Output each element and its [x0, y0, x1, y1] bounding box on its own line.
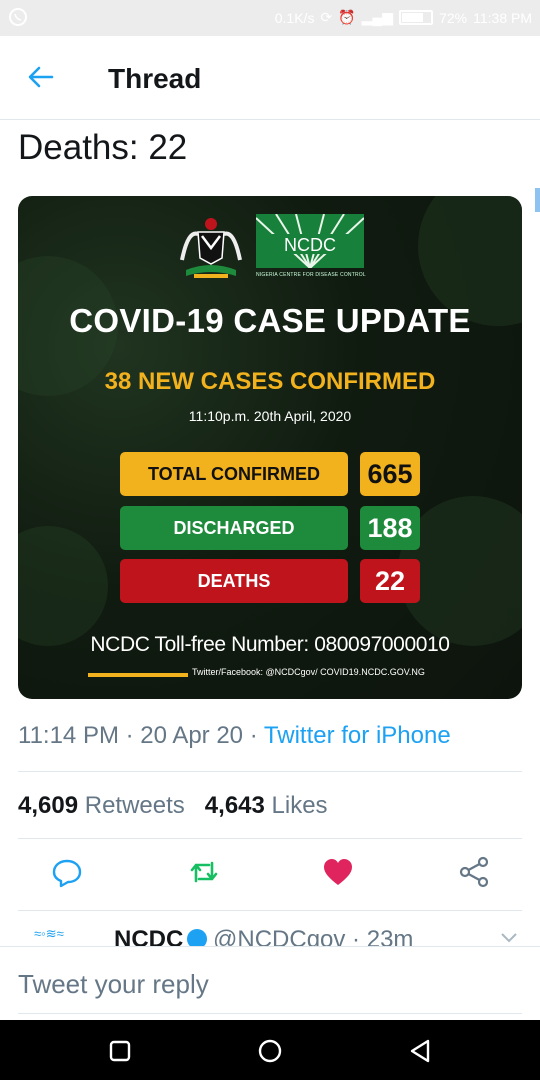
signal-icon: ▂▄▆ [361, 9, 394, 25]
alarm-icon: ⏰ [338, 9, 356, 25]
card-headline: COVID-19 CASE UPDATE [69, 302, 471, 339]
chevron-down-icon[interactable] [500, 932, 518, 944]
home-icon[interactable] [256, 1037, 284, 1065]
source-link[interactable]: Twitter for iPhone [264, 722, 451, 749]
tweet-timestamp: 11:14 PM · 20 Apr 20 · Twitter for iPhon… [18, 722, 451, 750]
divider [18, 771, 522, 772]
battery-percent: 72% [439, 9, 468, 26]
ncdc-logo: NCDC [256, 214, 364, 268]
social-handles: Twitter/Facebook: @NCDCgov/ COVID19.NCDC… [192, 667, 425, 677]
divider [88, 673, 188, 677]
status-bar: 0.1K/s ⟳ ⏰ ▂▄▆ 72% 11:38 PM [0, 0, 540, 36]
virus-decoration [18, 526, 108, 646]
reply-composer: Tweet your reply [0, 946, 540, 1020]
reply-input[interactable]: Tweet your reply [18, 969, 209, 1000]
stat-label: DISCHARGED [120, 506, 348, 550]
stat-row-discharged: DISCHARGED 188 [120, 506, 420, 550]
retweets-count[interactable]: 4,609 [18, 792, 78, 819]
divider [18, 838, 522, 839]
reply-author-handle: @NCDCgov · 23m [213, 926, 414, 946]
stat-value: 22 [360, 559, 420, 603]
recent-apps-icon[interactable] [106, 1037, 134, 1065]
retweets-label[interactable]: Retweets [85, 792, 185, 819]
tweet-text: Deaths: 22 [18, 128, 188, 167]
update-datetime: 11:10p.m. 20th April, 2020 [188, 408, 352, 424]
back-icon[interactable] [406, 1037, 434, 1065]
tollfree-number: NCDC Toll-free Number: 080097000010 [90, 633, 450, 656]
engagement-counts: 4,609 Retweets 4,643 Likes [18, 792, 328, 820]
like-icon[interactable] [321, 855, 355, 889]
battery-icon [399, 10, 434, 25]
ncdc-subtitle: NIGERIA CENTRE FOR DISEASE CONTROL [256, 272, 366, 278]
whatsapp-icon [9, 8, 27, 26]
share-icon[interactable] [457, 855, 491, 889]
stat-row-total: TOTAL CONFIRMED 665 [120, 452, 420, 496]
stat-label: DEATHS [120, 559, 348, 603]
stat-row-deaths: DEATHS 22 [120, 559, 420, 603]
page-title: Thread [108, 63, 202, 94]
verified-badge-icon [187, 929, 207, 946]
reply-author-name: NCDC [114, 926, 184, 946]
tweet-actions [0, 855, 540, 895]
reply-icon[interactable] [50, 855, 84, 889]
thread-header: Thread [0, 36, 540, 120]
stat-value: 188 [360, 506, 420, 550]
scroll-indicator [535, 188, 540, 212]
navigation-bar [0, 1020, 540, 1080]
ncdc-logo-text: NCDC [284, 235, 336, 255]
reply-preview[interactable]: ≈◦≋≈ NCDC @NCDCgov · 23m [0, 918, 540, 946]
divider [18, 910, 522, 911]
sync-icon: ⟳ [320, 9, 333, 25]
coat-of-arms-icon [180, 218, 242, 278]
network-speed: 0.1K/s [274, 9, 315, 26]
tweet-media-image[interactable]: NCDC NIGERIA CENTRE FOR DISEASE CONTROL … [18, 196, 522, 699]
retweet-icon[interactable] [187, 855, 221, 889]
avatar[interactable]: ≈◦≋≈ [34, 926, 64, 942]
likes-count[interactable]: 4,643 [205, 792, 265, 819]
back-arrow-icon[interactable] [26, 62, 56, 92]
stat-label: TOTAL CONFIRMED [120, 452, 348, 496]
timestamp-text: 11:14 PM · 20 Apr 20 · [18, 722, 264, 749]
divider [18, 1013, 522, 1014]
stat-value: 665 [360, 452, 420, 496]
likes-label[interactable]: Likes [272, 792, 328, 819]
clock: 11:38 PM [473, 9, 532, 26]
new-cases: 38 NEW CASES CONFIRMED [104, 368, 436, 395]
